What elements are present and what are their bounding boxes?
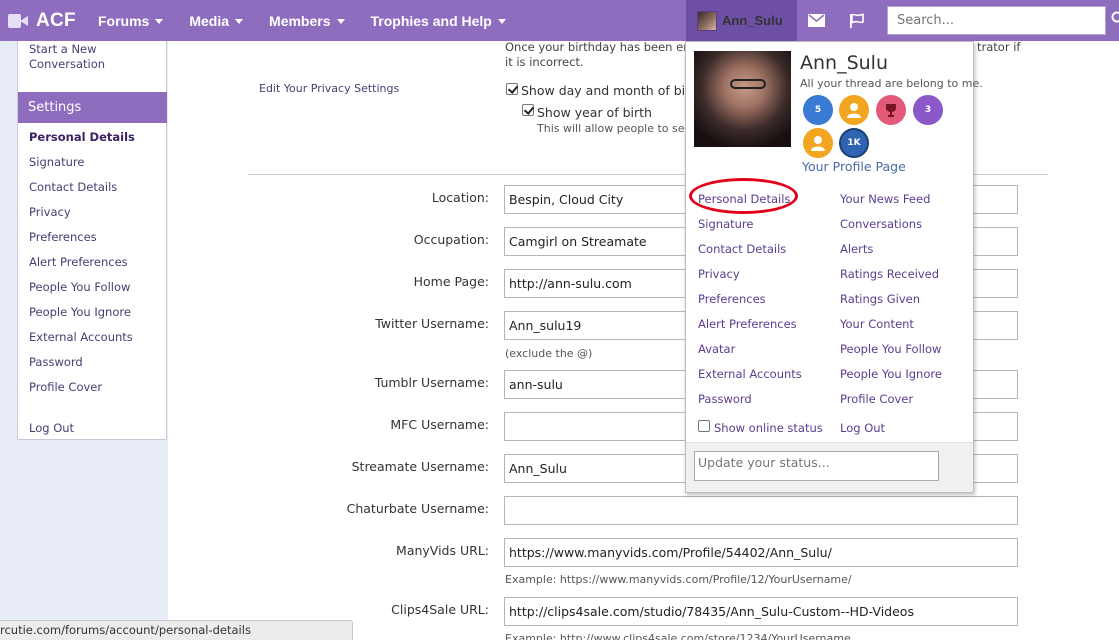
dropdown-avatar[interactable]	[694, 51, 791, 147]
sidebar-item-contact-details[interactable]: Contact Details	[29, 180, 117, 194]
show-day-month-label: Show day and month of birt	[521, 83, 696, 98]
dd-link-ratings-given[interactable]: Ratings Given	[840, 292, 920, 306]
chevron-down-icon	[235, 18, 244, 24]
nav-tab-media[interactable]: Media	[176, 0, 256, 41]
flag-icon	[850, 13, 864, 28]
nav-tab-forums[interactable]: Forums	[85, 0, 176, 41]
sidebar-item-personal-details[interactable]: Personal Details	[29, 130, 135, 144]
show-year-note: This will allow people to see y	[537, 122, 702, 135]
location-label: Location:	[431, 190, 489, 205]
sidebar-item-profile-cover[interactable]: Profile Cover	[29, 380, 102, 394]
sidebar-item-people-you-ignore[interactable]: People You Ignore	[29, 305, 131, 319]
dd-link-conversations[interactable]: Conversations	[840, 217, 922, 231]
mfc-username-label: MFC Username:	[390, 417, 489, 432]
trophy-1k-icon[interactable]: 1K	[839, 128, 869, 158]
status-update-input[interactable]	[694, 451, 939, 481]
inbox-button[interactable]	[797, 0, 835, 41]
twitter-username-label: Twitter Username:	[375, 316, 489, 331]
avatar	[697, 10, 717, 31]
dd-link-alerts[interactable]: Alerts	[840, 242, 873, 256]
sidebar-item-start-conversation[interactable]: Start a New Conversation	[29, 42, 154, 72]
dd-link-avatar[interactable]: Avatar	[698, 342, 735, 356]
show-year-label: Show year of birth	[537, 105, 652, 120]
sidebar-item-alert-preferences[interactable]: Alert Preferences	[29, 255, 128, 269]
manyvids-hint: Example: https://www.manyvids.com/Profil…	[505, 573, 852, 586]
trophy-person2-icon[interactable]	[803, 128, 833, 158]
browser-status-bar: rcutie.com/forums/account/personal-detai…	[0, 620, 353, 640]
birthday-note-line1-end: trator if	[977, 40, 1021, 54]
search-input[interactable]	[887, 6, 1106, 35]
dd-link-external-accounts[interactable]: External Accounts	[698, 367, 802, 381]
nav-tab-trophies-help[interactable]: Trophies and Help	[358, 0, 519, 41]
camera-icon	[8, 13, 28, 28]
dd-link-signature[interactable]: Signature	[698, 217, 753, 231]
dd-link-privacy[interactable]: Privacy	[698, 267, 740, 281]
your-profile-page-link[interactable]: Your Profile Page	[802, 159, 906, 174]
home-page-label: Home Page:	[413, 274, 489, 289]
trophy-person-icon[interactable]	[839, 95, 869, 125]
sidebar-item-logout[interactable]: Log Out	[29, 421, 74, 435]
show-online-status-checkbox[interactable]	[698, 420, 710, 432]
sidebar-item-signature[interactable]: Signature	[29, 155, 84, 169]
streamate-username-label: Streamate Username:	[351, 459, 489, 474]
alerts-button[interactable]	[835, 0, 879, 41]
occupation-label: Occupation:	[413, 232, 489, 247]
dd-link-preferences[interactable]: Preferences	[698, 292, 766, 306]
search-icon[interactable]	[1111, 11, 1119, 25]
dd-link-people-you-ignore[interactable]: People You Ignore	[840, 367, 942, 381]
birthday-note-line1: Once your birthday has been ente	[505, 40, 703, 54]
site-logo[interactable]: ACF	[0, 0, 85, 41]
site-logo-text: ACF	[36, 9, 76, 31]
user-tab-name: Ann_Sulu	[722, 13, 783, 28]
trophy-3-icon[interactable]: 3	[913, 95, 943, 125]
show-online-status-label: Show online status	[714, 421, 823, 435]
envelope-icon	[807, 14, 825, 27]
dd-link-your-content[interactable]: Your Content	[840, 317, 914, 331]
sidebar-item-password[interactable]: Password	[29, 355, 83, 369]
sidebar-item-people-you-follow[interactable]: People You Follow	[29, 280, 130, 294]
clips4sale-hint: Example: http://www.clips4sale.com/store…	[505, 632, 851, 640]
user-account-tab[interactable]: Ann_Sulu	[686, 0, 797, 41]
edit-privacy-link[interactable]: Edit Your Privacy Settings	[259, 82, 399, 95]
chevron-down-icon	[336, 18, 345, 24]
dd-link-news-feed[interactable]: Your News Feed	[840, 192, 930, 206]
account-dropdown-menu: Ann_Sulu All your thread are belong to m…	[685, 41, 983, 493]
dd-link-people-you-follow[interactable]: People You Follow	[840, 342, 941, 356]
chevron-down-icon	[497, 18, 506, 24]
red-highlight-circle	[689, 178, 798, 214]
dropdown-username[interactable]: Ann_Sulu	[800, 52, 888, 74]
dd-link-ratings-received[interactable]: Ratings Received	[840, 267, 939, 281]
sidebar-settings-header: Settings	[18, 92, 167, 123]
trophy-5-icon[interactable]: 5	[803, 95, 833, 125]
dd-link-alert-preferences[interactable]: Alert Preferences	[698, 317, 797, 331]
dropdown-user-title: All your thread are belong to me.	[800, 77, 983, 90]
account-sidebar: Start a New Conversation Settings Person…	[17, 41, 167, 440]
chaturbate-username-field[interactable]	[504, 496, 1018, 525]
clips4sale-url-label: Clips4Sale URL:	[391, 602, 489, 617]
dd-link-password[interactable]: Password	[698, 392, 752, 406]
dd-link-profile-cover[interactable]: Profile Cover	[840, 392, 913, 406]
sidebar-item-external-accounts[interactable]: External Accounts	[29, 330, 133, 344]
chevron-down-icon	[155, 18, 164, 24]
status-update-area	[686, 442, 973, 492]
manyvids-url-label: ManyVids URL:	[396, 543, 489, 558]
dd-link-contact-details[interactable]: Contact Details	[698, 242, 786, 256]
clips4sale-url-field[interactable]: http://clips4sale.com/studio/78435/Ann_S…	[504, 597, 1018, 626]
tumblr-username-label: Tumblr Username:	[374, 375, 489, 390]
sidebar-item-privacy[interactable]: Privacy	[29, 205, 71, 219]
manyvids-url-field[interactable]: https://www.manyvids.com/Profile/54402/A…	[504, 538, 1018, 567]
dd-link-logout[interactable]: Log Out	[840, 421, 885, 435]
birthday-note-line2: it is incorrect.	[505, 55, 584, 69]
nav-tab-members[interactable]: Members	[256, 0, 357, 41]
show-year-checkbox[interactable]	[522, 104, 534, 116]
twitter-hint: (exclude the @)	[505, 347, 593, 360]
show-day-month-checkbox[interactable]	[506, 83, 518, 95]
chaturbate-username-label: Chaturbate Username:	[346, 501, 489, 516]
sidebar-item-preferences[interactable]: Preferences	[29, 230, 97, 244]
trophy-cup-icon[interactable]	[876, 95, 906, 125]
